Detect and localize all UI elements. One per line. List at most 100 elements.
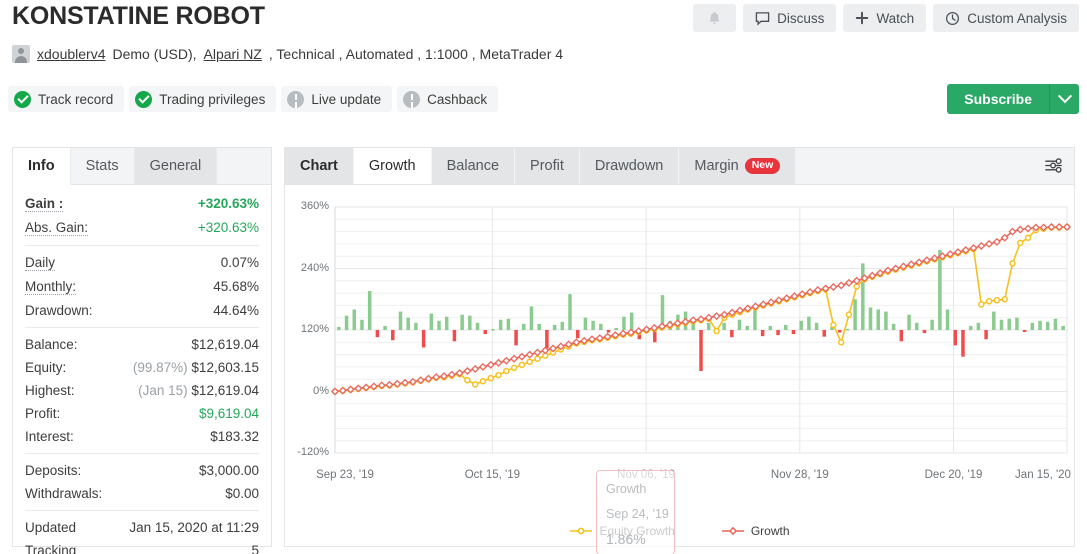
- stat-value: $3,000.00: [198, 463, 259, 478]
- stat-value-wrap: (99.87%) $12,603.15: [133, 360, 259, 375]
- stat-row-profit: Profit: $9,619.04: [25, 402, 259, 425]
- legend-label: Growth: [750, 524, 790, 538]
- tab-profit[interactable]: Profit: [515, 148, 580, 184]
- tab-info[interactable]: Info: [13, 148, 71, 185]
- badge-label: Cashback: [427, 91, 488, 107]
- avatar: [12, 45, 30, 63]
- chart-panel: Chart Growth Balance Profit Drawdown Mar…: [284, 147, 1075, 554]
- tab-drawdown[interactable]: Drawdown: [579, 148, 680, 184]
- status-badge-trading-privileges[interactable]: Trading privileges: [129, 86, 277, 112]
- notifications-button[interactable]: [693, 4, 737, 32]
- plus-icon: [855, 11, 869, 25]
- stats-group: Daily 0.07% Monthly: 45.68% Drawdown: 44…: [25, 251, 259, 322]
- chart-settings-button[interactable]: [1038, 153, 1068, 180]
- stat-value-prefix: (99.87%): [132, 360, 188, 375]
- page-root: KONSTATINE ROBOT Discuss Watch Custom An…: [0, 0, 1087, 554]
- tab-margin[interactable]: Margin New: [679, 148, 797, 184]
- stat-row-gain: Gain : +320.63%: [25, 192, 259, 216]
- stat-key: Updated: [25, 520, 77, 535]
- discuss-button[interactable]: Discuss: [743, 4, 837, 32]
- stat-key: Abs. Gain:: [25, 220, 89, 236]
- stat-value: 44.64%: [213, 303, 259, 318]
- stat-value: $12,619.04: [191, 337, 259, 352]
- badge-label: Live update: [311, 91, 382, 107]
- stat-key: Profit:: [25, 406, 61, 421]
- stat-row-deposits: Deposits: $3,000.00: [25, 459, 259, 482]
- divider: [25, 245, 259, 246]
- chart-canvas: [330, 206, 1072, 454]
- status-badges: Track record Trading privileges Live upd…: [8, 86, 499, 112]
- discuss-label: Discuss: [777, 10, 825, 26]
- stat-row-daily: Daily 0.07%: [25, 251, 259, 275]
- tab-general[interactable]: General: [134, 148, 218, 184]
- watch-label: Watch: [876, 10, 915, 26]
- badge-label: Trading privileges: [159, 91, 266, 107]
- stat-row-tracking: Tracking 5: [25, 539, 259, 554]
- stat-key: Withdrawals:: [25, 486, 103, 501]
- stat-row-abs-gain: Abs. Gain: +320.63%: [25, 216, 259, 240]
- stat-key: Balance:: [25, 337, 78, 352]
- status-badge-cashback[interactable]: Cashback: [397, 86, 499, 112]
- x-axis-tick: Dec 20, '19: [924, 469, 983, 481]
- watch-button[interactable]: Watch: [843, 4, 927, 32]
- stats-group: Updated Jan 15, 2020 at 11:29 Tracking 5: [25, 516, 259, 554]
- tab-chart[interactable]: Chart: [285, 148, 354, 184]
- custom-analysis-button[interactable]: Custom Analysis: [933, 4, 1079, 32]
- stat-key: Drawdown:: [25, 303, 93, 318]
- stat-key: Highest:: [25, 383, 75, 398]
- stats-list: Gain : +320.63% Abs. Gain: +320.63% Dail…: [13, 185, 271, 554]
- stat-value: Jan 15, 2020 at 11:29: [129, 520, 259, 535]
- y-axis-tick: 0%: [313, 384, 329, 397]
- stat-key: Tracking: [25, 543, 77, 554]
- status-badge-live-update[interactable]: Live update: [281, 86, 393, 112]
- x-axis-tick: Nov 28, '19: [770, 469, 829, 481]
- subscribe-group: Subscribe: [947, 84, 1079, 114]
- exclamation-circle-icon: [287, 90, 305, 108]
- legend-item-growth[interactable]: Growth: [721, 524, 790, 538]
- account-info-line: xdoublerv4 Demo (USD), Alpari NZ , Techn…: [12, 45, 563, 63]
- stat-value: 45.68%: [213, 279, 259, 294]
- chart-legend: Equity Growth Growth: [285, 524, 1074, 538]
- stat-value: $183.32: [210, 429, 259, 444]
- stats-group: Gain : +320.63% Abs. Gain: +320.63%: [25, 185, 259, 240]
- check-circle-icon: [135, 90, 153, 108]
- legend-label: Equity Growth: [599, 524, 675, 538]
- tab-margin-label: Margin: [694, 158, 739, 174]
- account-username-link[interactable]: xdoublerv4: [37, 46, 106, 62]
- new-badge: New: [744, 158, 781, 174]
- sliders-icon: [1043, 155, 1064, 179]
- legend-item-equity-growth[interactable]: Equity Growth: [569, 524, 675, 538]
- stat-row-interest: Interest: $183.32: [25, 425, 259, 448]
- stat-value: +320.63%: [197, 196, 259, 211]
- stat-value: $9,619.04: [198, 406, 259, 421]
- check-circle-icon: [14, 90, 31, 108]
- chart-tabs: Chart Growth Balance Profit Drawdown Mar…: [285, 148, 1074, 185]
- divider: [25, 510, 259, 511]
- subscribe-button[interactable]: Subscribe: [947, 84, 1049, 114]
- stat-value: 0.07%: [220, 255, 259, 270]
- tab-stats[interactable]: Stats: [70, 148, 135, 184]
- stat-key: Gain :: [25, 196, 64, 212]
- bell-icon: [707, 10, 722, 26]
- page-title: KONSTATINE ROBOT: [12, 2, 265, 30]
- badge-label: Track record: [38, 91, 114, 107]
- growth-chart[interactable]: 360% 240% 120% 0% -120% Sep 23, '19 Oct 15, '…: [285, 185, 1074, 554]
- x-axis-tick: Nov 06, '19: [617, 469, 676, 481]
- clock-icon: [945, 11, 960, 26]
- x-axis-tick: Oct 15, '19: [464, 469, 521, 481]
- stat-row-withdrawals: Withdrawals: $0.00: [25, 482, 259, 505]
- y-axis-tick: 240%: [300, 261, 329, 274]
- tab-growth[interactable]: Growth: [353, 148, 432, 184]
- subscribe-dropdown-button[interactable]: [1049, 84, 1079, 114]
- stat-value-wrap: (Jan 15) $12,619.04: [138, 383, 259, 398]
- stat-key: Equity:: [25, 360, 67, 375]
- stat-key: Monthly:: [25, 279, 77, 295]
- account-details: , Technical , Automated , 1:1000 , MetaT…: [268, 46, 564, 62]
- status-badge-track-record[interactable]: Track record: [8, 86, 125, 112]
- tab-balance[interactable]: Balance: [431, 148, 516, 184]
- account-broker-link[interactable]: Alpari NZ: [204, 46, 262, 62]
- page-header: KONSTATINE ROBOT Discuss Watch Custom An…: [0, 0, 1087, 36]
- x-axis-tick: Sep 23, '19: [316, 469, 374, 481]
- stats-group: Deposits: $3,000.00 Withdrawals: $0.00: [25, 459, 259, 505]
- stat-row-balance: Balance: $12,619.04: [25, 333, 259, 356]
